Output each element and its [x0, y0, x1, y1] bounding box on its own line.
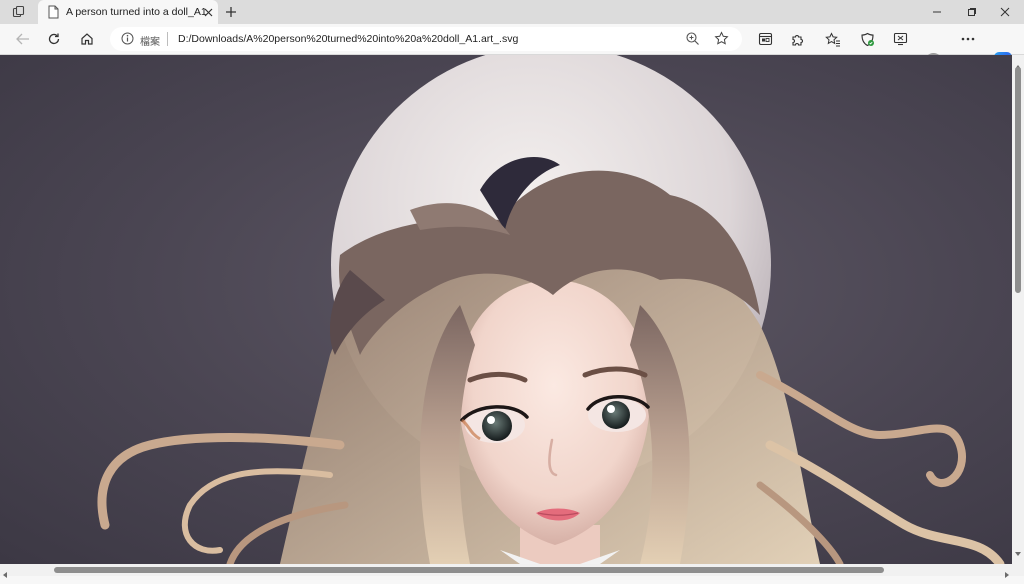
favorites-icon[interactable]	[822, 29, 844, 49]
eye-glint-left	[487, 416, 495, 424]
vertical-scroll-thumb[interactable]	[1015, 67, 1021, 293]
horizontal-scrollbar[interactable]	[0, 564, 1012, 578]
restore-button[interactable]	[955, 0, 989, 24]
image-viewport	[0, 55, 1012, 564]
app-available-icon[interactable]	[754, 29, 776, 49]
workspaces-icon[interactable]	[8, 2, 30, 22]
info-icon[interactable]	[121, 32, 134, 50]
screenshot-icon[interactable]	[889, 29, 911, 49]
extensions-icon[interactable]	[786, 29, 808, 49]
scheme-label: 檔案	[140, 37, 160, 48]
close-icon[interactable]	[200, 4, 216, 20]
toolbar: 檔案 D:/Downloads/A%20person%20turned%20in…	[0, 24, 1024, 70]
refresh-icon[interactable]	[43, 29, 65, 49]
address-divider	[167, 32, 168, 46]
scroll-down-arrow-icon[interactable]	[1014, 544, 1022, 562]
horizontal-scroll-thumb[interactable]	[54, 567, 884, 573]
eye-iris-left	[482, 411, 512, 441]
favorite-star-icon[interactable]	[714, 31, 729, 51]
vertical-scrollbar[interactable]	[1012, 55, 1024, 564]
tab-title: A person turned into a doll_A1.art_.svg	[66, 6, 206, 18]
browser-essentials-icon[interactable]	[856, 29, 878, 49]
more-icon[interactable]	[957, 29, 979, 49]
scrollbar-corner	[1012, 564, 1024, 576]
url-text[interactable]: D:/Downloads/A%20person%20turned%20into%…	[178, 33, 518, 45]
doll-image	[97, 55, 1005, 564]
close-window-button[interactable]	[988, 0, 1022, 24]
page-icon	[48, 5, 59, 24]
eye-glint-right	[607, 405, 615, 413]
zoom-icon[interactable]	[685, 31, 700, 51]
minimize-button[interactable]	[920, 0, 954, 24]
back-icon[interactable]	[12, 29, 34, 49]
address-bar[interactable]: 檔案 D:/Downloads/A%20person%20turned%20in…	[110, 27, 742, 51]
scroll-right-arrow-icon[interactable]	[1004, 566, 1010, 584]
new-tab-button[interactable]	[222, 3, 240, 21]
eye-iris-right	[602, 401, 630, 429]
scroll-left-arrow-icon[interactable]	[2, 566, 8, 584]
home-icon[interactable]	[76, 29, 98, 49]
active-tab[interactable]: A person turned into a doll_A1.art_.svg	[38, 0, 218, 24]
tab-strip: A person turned into a doll_A1.art_.svg	[0, 0, 1024, 24]
